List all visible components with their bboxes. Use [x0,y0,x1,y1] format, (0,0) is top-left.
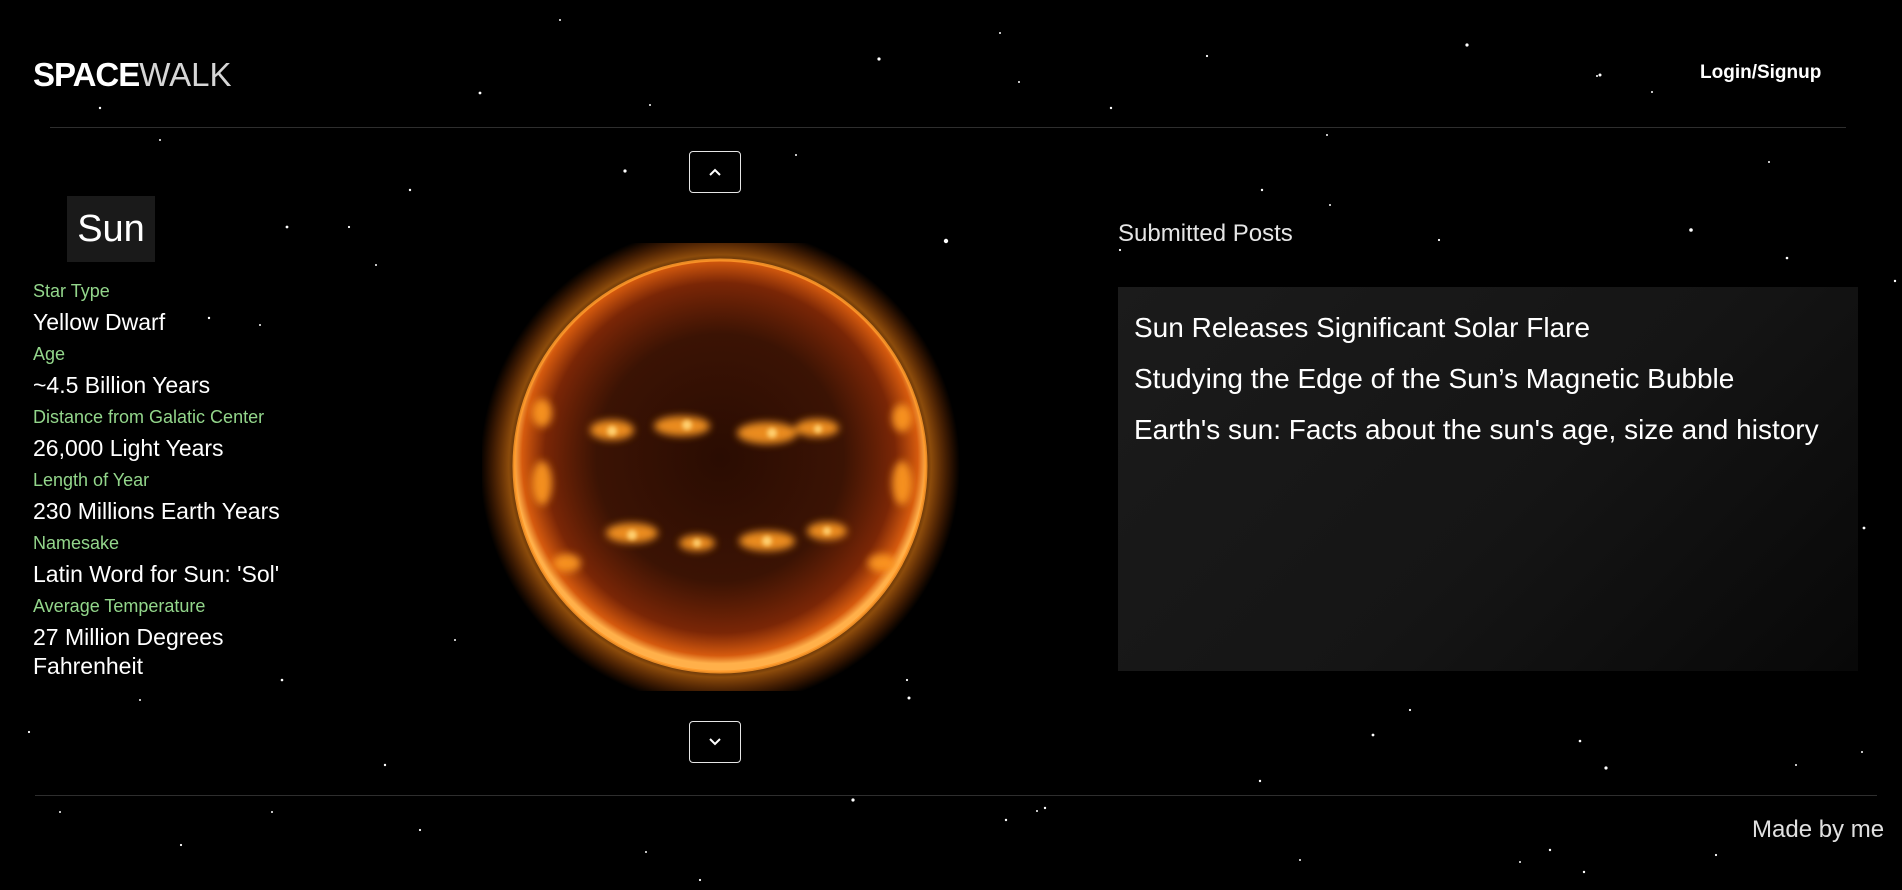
fact-value: 26,000 Light Years [33,435,224,461]
fact-value: ~4.5 Billion Years [33,372,211,398]
posts-list: Sun Releases Significant Solar Flare Stu… [1118,287,1858,447]
login-signup-link[interactable]: Login/Signup [1700,62,1821,84]
footer-divider [35,795,1877,796]
fact-value: 230 Millions Earth Years [33,498,280,524]
logo-bold-text: SPACE [33,56,140,93]
fact-label: Star Type [33,281,110,301]
fact-namesake: Namesake Latin Word for Sun: 'Sol' [33,532,333,589]
footer-credit: Made by me [1752,816,1885,843]
logo-thin-text: WALK [139,56,232,93]
sun-image [480,226,960,706]
spacewalk-logo[interactable]: SPACEWALK [33,58,232,91]
celestial-body-title: Sun [67,196,155,262]
post-link[interactable]: Sun Releases Significant Solar Flare [1134,311,1858,345]
fact-label: Distance from Galatic Center [33,407,265,427]
fact-label: Namesake [33,533,120,553]
fact-value: 27 Million Degrees Fahrenheit [33,624,224,679]
sun-illustration [480,226,960,706]
fact-temperature: Average Temperature 27 Million Degrees F… [33,595,333,681]
page-title: Sun [77,207,145,250]
header-divider [50,127,1846,128]
submitted-posts-panel: Sun Releases Significant Solar Flare Stu… [1118,287,1858,671]
posts-heading: Submitted Posts [1118,220,1293,247]
fact-age: Age ~4.5 Billion Years [33,343,333,400]
post-link[interactable]: Studying the Edge of the Sun’s Magnetic … [1134,362,1858,396]
fact-value: Latin Word for Sun: 'Sol' [33,561,280,587]
fact-year-length: Length of Year 230 Millions Earth Years [33,469,333,526]
fact-value: Yellow Dwarf [33,309,166,335]
fact-distance: Distance from Galatic Center 26,000 Ligh… [33,406,333,463]
fact-label: Age [33,344,66,364]
next-planet-button[interactable] [689,721,741,763]
fact-label: Length of Year [33,470,150,490]
chevron-up-icon [709,168,721,176]
post-link[interactable]: Earth's sun: Facts about the sun's age, … [1134,413,1858,447]
fact-label: Average Temperature [33,596,206,616]
previous-planet-button[interactable] [689,151,741,193]
facts-list: Star Type Yellow Dwarf Age ~4.5 Billion … [33,280,333,687]
fact-star-type: Star Type Yellow Dwarf [33,280,333,337]
chevron-down-icon [709,738,721,746]
